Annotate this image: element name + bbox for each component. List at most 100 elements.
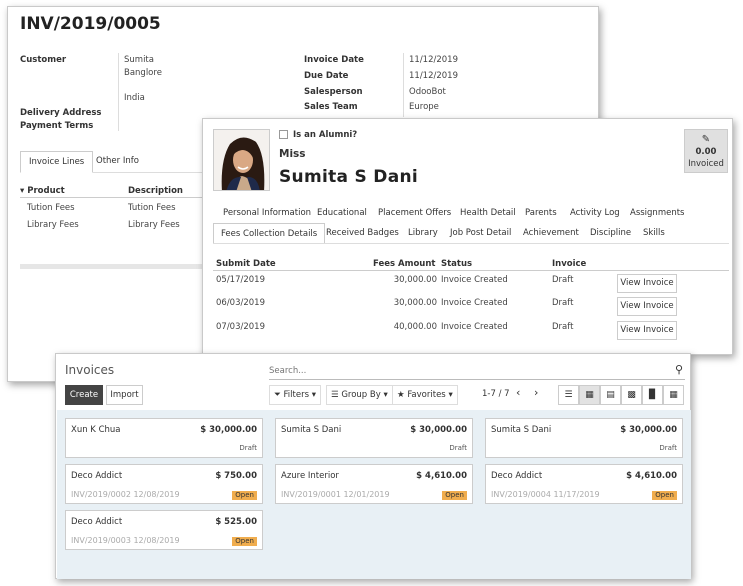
card-amount: $ 30,000.00 <box>410 425 467 435</box>
tab-invoice-lines[interactable]: Invoice Lines <box>20 151 94 173</box>
caret-down-icon: ▾ <box>383 390 388 400</box>
invoice-card[interactable]: Deco Addict $ 4,610.00 INV/2019/0004 11/… <box>485 464 683 504</box>
invoice-card[interactable]: Deco Addict $ 750.00 INV/2019/0002 12/08… <box>65 464 263 504</box>
salesperson-label: Salesperson <box>304 87 363 97</box>
import-button[interactable]: Import <box>106 385 143 405</box>
search-input[interactable] <box>269 363 659 379</box>
salesperson-value[interactable]: OdooBot <box>409 87 446 97</box>
payment-terms-label: Payment Terms <box>20 121 94 131</box>
student-avatar[interactable] <box>213 129 270 191</box>
is-alumni-checkbox[interactable] <box>279 130 288 139</box>
fee-amount: 30,000.00 <box>393 298 437 308</box>
column-invoice[interactable]: Invoice <box>552 259 586 269</box>
card-amount: $ 4,610.00 <box>626 471 677 481</box>
grid-view-icon[interactable]: ▦ <box>663 385 684 405</box>
pager-value[interactable]: 1-7 / 7 <box>482 389 510 399</box>
first-name[interactable]: Sumita <box>279 167 348 187</box>
view-invoice-button[interactable]: View Invoice <box>617 321 677 340</box>
tab-discipline[interactable]: Discipline <box>583 223 638 244</box>
tab-library[interactable]: Library <box>401 223 445 244</box>
column-submit-date[interactable]: Submit Date <box>216 259 276 269</box>
fee-submit-date: 05/17/2019 <box>216 275 265 285</box>
student-name: Sumita S Dani <box>279 167 418 187</box>
list-view-icon[interactable]: ☰ <box>558 385 579 405</box>
line-product[interactable]: Library Fees <box>27 220 79 230</box>
tab-skills[interactable]: Skills <box>636 223 672 244</box>
tab-job-post-detail[interactable]: Job Post Detail <box>443 223 518 244</box>
next-page-icon[interactable]: › <box>534 386 538 399</box>
due-date-value[interactable]: 11/12/2019 <box>409 71 458 81</box>
view-invoice-button[interactable]: View Invoice <box>617 274 677 293</box>
previous-page-icon[interactable]: ‹ <box>516 386 520 399</box>
sales-team-label: Sales Team <box>304 102 358 112</box>
status-badge: Open <box>652 491 677 500</box>
invoiced-smart-button[interactable]: ✎ 0.00 Invoiced <box>684 129 728 173</box>
student-title[interactable]: Miss <box>279 148 306 160</box>
card-amount: $ 30,000.00 <box>200 425 257 435</box>
tab-other-info[interactable]: Other Info <box>88 151 147 173</box>
card-reference: INV/2019/0003 12/08/2019 <box>71 536 180 545</box>
status-badge: Open <box>232 491 257 500</box>
card-reference: INV/2019/0004 11/17/2019 <box>491 490 600 499</box>
tab-received-badges[interactable]: Received Badges <box>319 223 406 244</box>
card-reference: INV/2019/0002 12/08/2019 <box>71 490 180 499</box>
tab-placement-offers[interactable]: Placement Offers <box>371 203 458 224</box>
fee-invoice-state: Draft <box>552 322 574 332</box>
invoice-card[interactable]: Azure Interior $ 4,610.00 INV/2019/0001 … <box>275 464 473 504</box>
tab-activity-log[interactable]: Activity Log <box>563 203 627 224</box>
search-icon[interactable]: ⚲ <box>675 363 683 376</box>
calendar-view-icon[interactable]: ▤ <box>600 385 621 405</box>
invoice-card[interactable]: Sumita S Dani $ 30,000.00 Draft <box>485 418 683 458</box>
favorites-button[interactable]: ★ Favorites ▾ <box>392 385 458 405</box>
group-by-button[interactable]: ☰ Group By ▾ <box>326 385 393 405</box>
sort-caret-icon: ▾ <box>20 186 25 196</box>
card-partner: Sumita S Dani <box>491 425 552 435</box>
invoice-card[interactable]: Deco Addict $ 525.00 INV/2019/0003 12/08… <box>65 510 263 550</box>
line-description[interactable]: Tution Fees <box>128 203 176 213</box>
kanban-view-icon[interactable]: ▦ <box>579 385 600 405</box>
filters-label: Filters <box>283 390 309 400</box>
tab-assignments[interactable]: Assignments <box>623 203 691 224</box>
card-reference: INV/2019/0001 12/01/2019 <box>281 490 390 499</box>
favorites-label: Favorites <box>407 390 446 400</box>
delivery-address-label: Delivery Address <box>20 108 102 118</box>
caret-down-icon: ▾ <box>311 390 316 400</box>
tab-achievement[interactable]: Achievement <box>516 223 586 244</box>
create-button[interactable]: Create <box>65 385 103 405</box>
view-invoice-button[interactable]: View Invoice <box>617 297 677 316</box>
column-description[interactable]: Description <box>128 186 183 196</box>
card-partner: Deco Addict <box>491 471 543 481</box>
line-product[interactable]: Tution Fees <box>27 203 75 213</box>
fee-invoice-state: Draft <box>552 298 574 308</box>
kanban-board: Xun K Chua $ 30,000.00 Draft Sumita S Da… <box>57 410 691 579</box>
tabs-divider <box>213 243 729 244</box>
filters-button[interactable]: ⏷ Filters ▾ <box>269 385 321 405</box>
search-bar: ⚲ <box>269 363 685 380</box>
graph-view-icon[interactable]: ▉ <box>642 385 663 405</box>
page-title: Invoices <box>65 363 115 377</box>
due-date-label: Due Date <box>304 71 349 81</box>
column-fees-amount[interactable]: Fees Amount <box>373 259 435 269</box>
tab-educational[interactable]: Educational <box>310 203 374 224</box>
tab-health-detail[interactable]: Health Detail <box>453 203 523 224</box>
fees-header-divider <box>213 270 729 271</box>
student-tabs-row-1: Personal Information Educational Placeme… <box>213 203 729 224</box>
tab-personal-information[interactable]: Personal Information <box>216 203 318 224</box>
last-name[interactable]: Dani <box>373 167 418 187</box>
card-partner: Deco Addict <box>71 471 123 481</box>
filter-icon: ⏷ <box>274 390 281 400</box>
invoice-card[interactable]: Sumita S Dani $ 30,000.00 Draft <box>275 418 473 458</box>
tab-fees-collection-details[interactable]: Fees Collection Details <box>213 223 326 244</box>
card-amount: $ 30,000.00 <box>620 425 677 435</box>
column-product[interactable]: ▾ Product <box>20 186 65 196</box>
sales-team-value[interactable]: Europe <box>409 102 439 112</box>
invoice-date-label: Invoice Date <box>304 55 364 65</box>
invoice-date-value[interactable]: 11/12/2019 <box>409 55 458 65</box>
middle-name[interactable]: S <box>355 167 368 187</box>
tab-parents[interactable]: Parents <box>518 203 564 224</box>
invoice-card[interactable]: Xun K Chua $ 30,000.00 Draft <box>65 418 263 458</box>
pivot-view-icon[interactable]: ▩ <box>621 385 642 405</box>
invoices-kanban-window: Invoices ⚲ Create Import ⏷ Filters ▾ ☰ G… <box>55 353 691 579</box>
line-description[interactable]: Library Fees <box>128 220 180 230</box>
column-status[interactable]: Status <box>441 259 472 269</box>
